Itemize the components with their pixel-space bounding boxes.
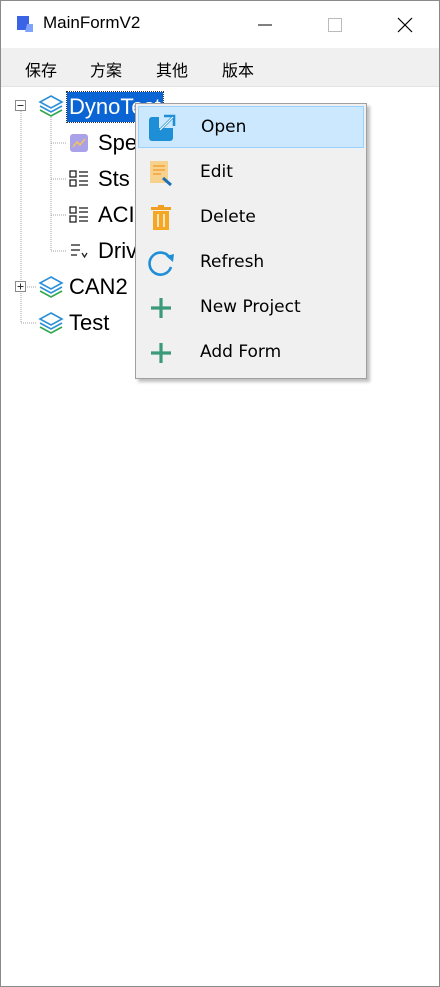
tree-node-test[interactable]: Test (69, 308, 109, 338)
close-icon (397, 17, 413, 32)
window-title: MainFormV2 (43, 13, 141, 32)
collapse-toggle-icon[interactable] (15, 100, 26, 111)
context-menu-label: Open (201, 117, 247, 137)
maximize-button[interactable] (300, 1, 370, 48)
context-menu-add-form[interactable]: Add Form (138, 332, 364, 374)
context-menu-label: Add Form (200, 342, 282, 362)
tree-node-spe[interactable]: Spe (98, 128, 137, 158)
refresh-icon (148, 251, 174, 276)
close-button[interactable] (370, 1, 439, 48)
chart-icon (70, 134, 88, 152)
open-external-icon (149, 114, 176, 141)
layers-icon (38, 312, 64, 334)
menu-scheme[interactable]: 方案 (90, 57, 122, 81)
context-menu-label: Refresh (200, 252, 265, 272)
title-bar[interactable]: MainFormV2 (1, 1, 439, 48)
edit-icon (150, 161, 172, 187)
minimize-button[interactable] (230, 1, 300, 48)
layers-icon (38, 95, 64, 117)
tree-node-can2[interactable]: CAN2 (69, 272, 128, 302)
list-icon (69, 206, 88, 223)
menu-version[interactable]: 版本 (222, 57, 254, 81)
app-icon (17, 16, 33, 32)
context-menu-edit[interactable]: Edit (138, 152, 364, 194)
minimize-icon (258, 24, 272, 25)
menu-save[interactable]: 保存 (25, 57, 57, 81)
tree-node-aci[interactable]: ACI (98, 200, 135, 230)
context-menu-new-project[interactable]: New Project (138, 287, 364, 329)
context-menu-open[interactable]: Open (138, 106, 364, 148)
context-menu-label: Delete (200, 207, 256, 227)
context-menu: Open Edit Delete Refresh New Project Add… (135, 103, 367, 379)
sort-list-icon (71, 244, 88, 259)
list-icon (69, 170, 88, 187)
tree-node-driv[interactable]: Driv (98, 236, 137, 266)
menu-other[interactable]: 其他 (156, 57, 188, 81)
maximize-icon (328, 17, 342, 32)
context-menu-refresh[interactable]: Refresh (138, 242, 364, 284)
context-menu-delete[interactable]: Delete (138, 197, 364, 239)
context-menu-label: New Project (200, 297, 301, 317)
trash-icon (151, 205, 171, 230)
menu-bar: 保存 方案 其他 版本 (1, 48, 439, 87)
main-window: MainFormV2 保存 方案 其他 版本 DynoTest Spe Sts … (0, 0, 440, 987)
plus-icon (151, 343, 171, 363)
context-menu-label: Edit (200, 162, 233, 182)
expand-toggle-icon[interactable] (15, 281, 26, 292)
layers-icon (38, 276, 64, 298)
tree-node-sts[interactable]: Sts (98, 164, 130, 194)
plus-icon (151, 298, 171, 318)
